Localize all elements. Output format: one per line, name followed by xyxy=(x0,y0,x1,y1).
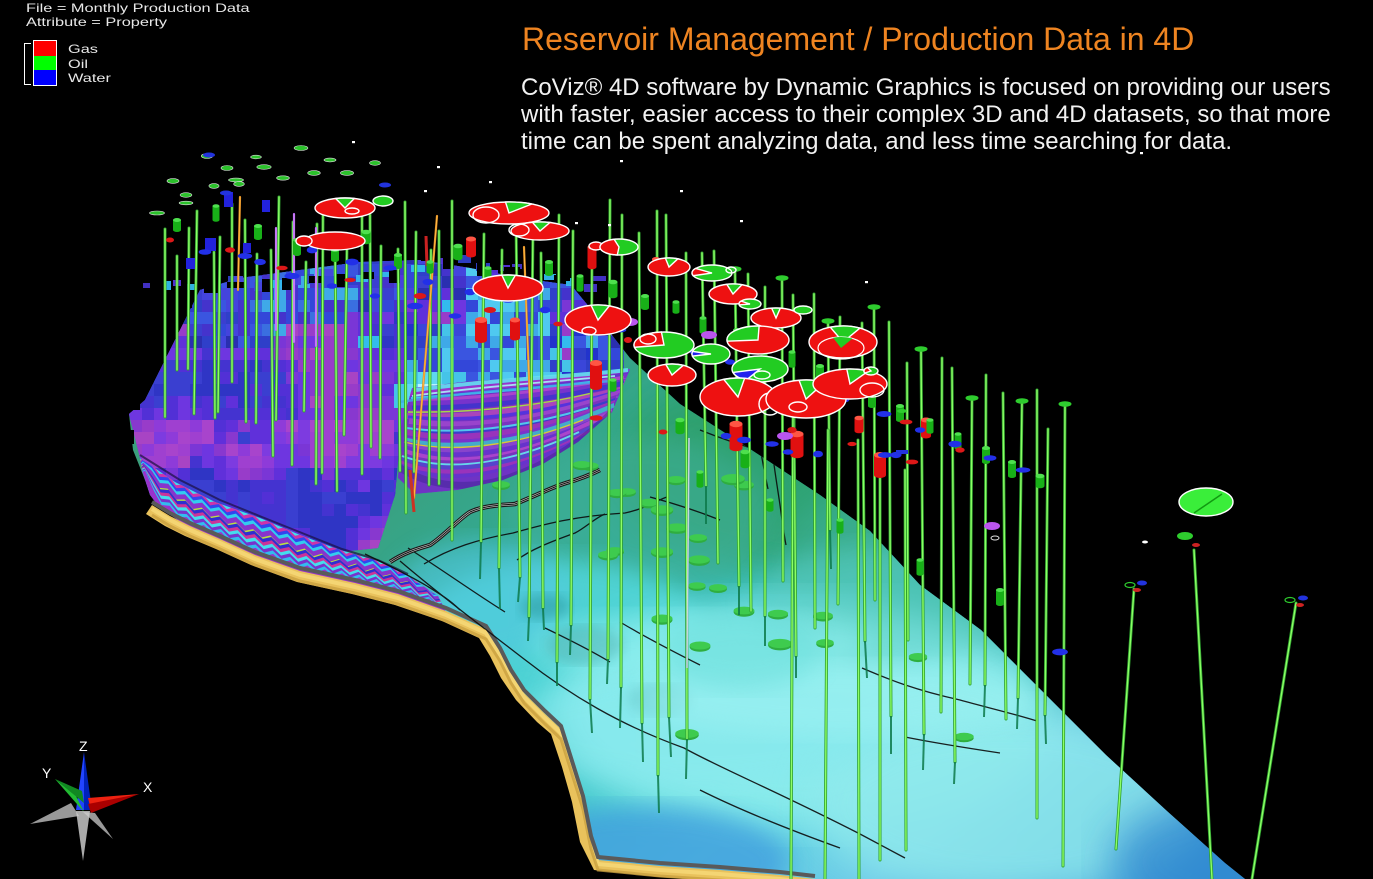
svg-text:Z: Z xyxy=(79,738,88,754)
svg-text:X: X xyxy=(143,779,153,795)
svg-text:Y: Y xyxy=(42,765,52,781)
